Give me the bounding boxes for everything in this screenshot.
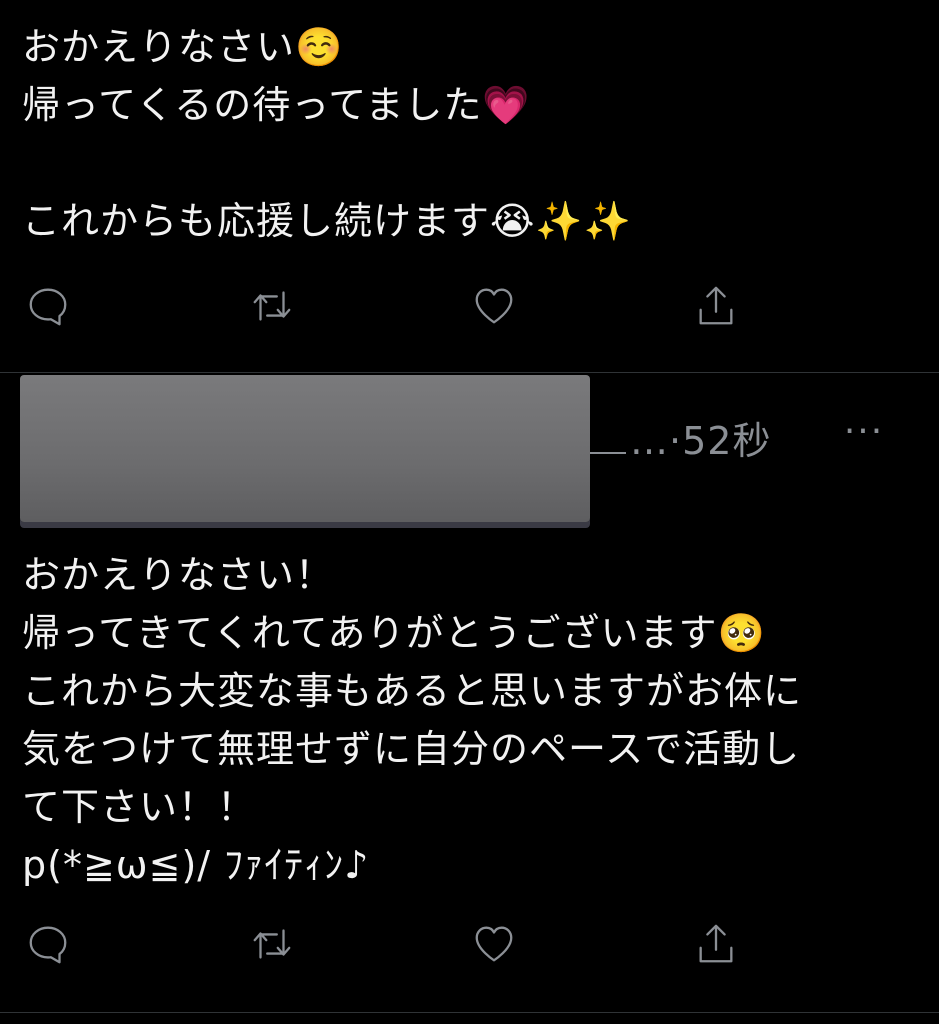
redacted-handle-line [590,452,626,454]
tweet-actions [0,918,939,970]
tweet-text: おかえりなさい☺️ 帰ってくるの待ってました💗 これからも応援し続けます😭✨✨ [22,25,633,243]
tweet-divider [0,1012,939,1013]
ellipsis: … [630,419,669,463]
redacted-author-block [20,375,590,522]
share-icon [699,286,733,325]
more-options-button[interactable]: ··· [838,412,890,452]
heart-icon [475,926,513,962]
timestamp[interactable]: 52秒 [682,419,771,463]
share-icon [699,924,733,963]
tweet-meta: …·52秒 [630,410,771,465]
heart-icon [475,288,513,324]
reply-icon [29,926,67,964]
reply-button[interactable] [22,918,74,970]
retweet-icon [253,929,291,959]
retweet-icon [253,291,291,321]
dot-separator: · [669,419,683,463]
reply-button[interactable] [22,280,74,332]
retweet-button[interactable] [246,280,298,332]
share-button[interactable] [690,918,742,970]
like-button[interactable] [468,918,520,970]
like-button[interactable] [468,280,520,332]
tweet-text: おかえりなさい！ 帰ってきてくれてありがとうございます🥺 これから大変な事もある… [22,553,803,887]
retweet-button[interactable] [246,918,298,970]
tweet-actions [0,280,939,332]
reply-icon [29,288,67,326]
tweet-divider [0,372,939,373]
share-button[interactable] [690,280,742,332]
